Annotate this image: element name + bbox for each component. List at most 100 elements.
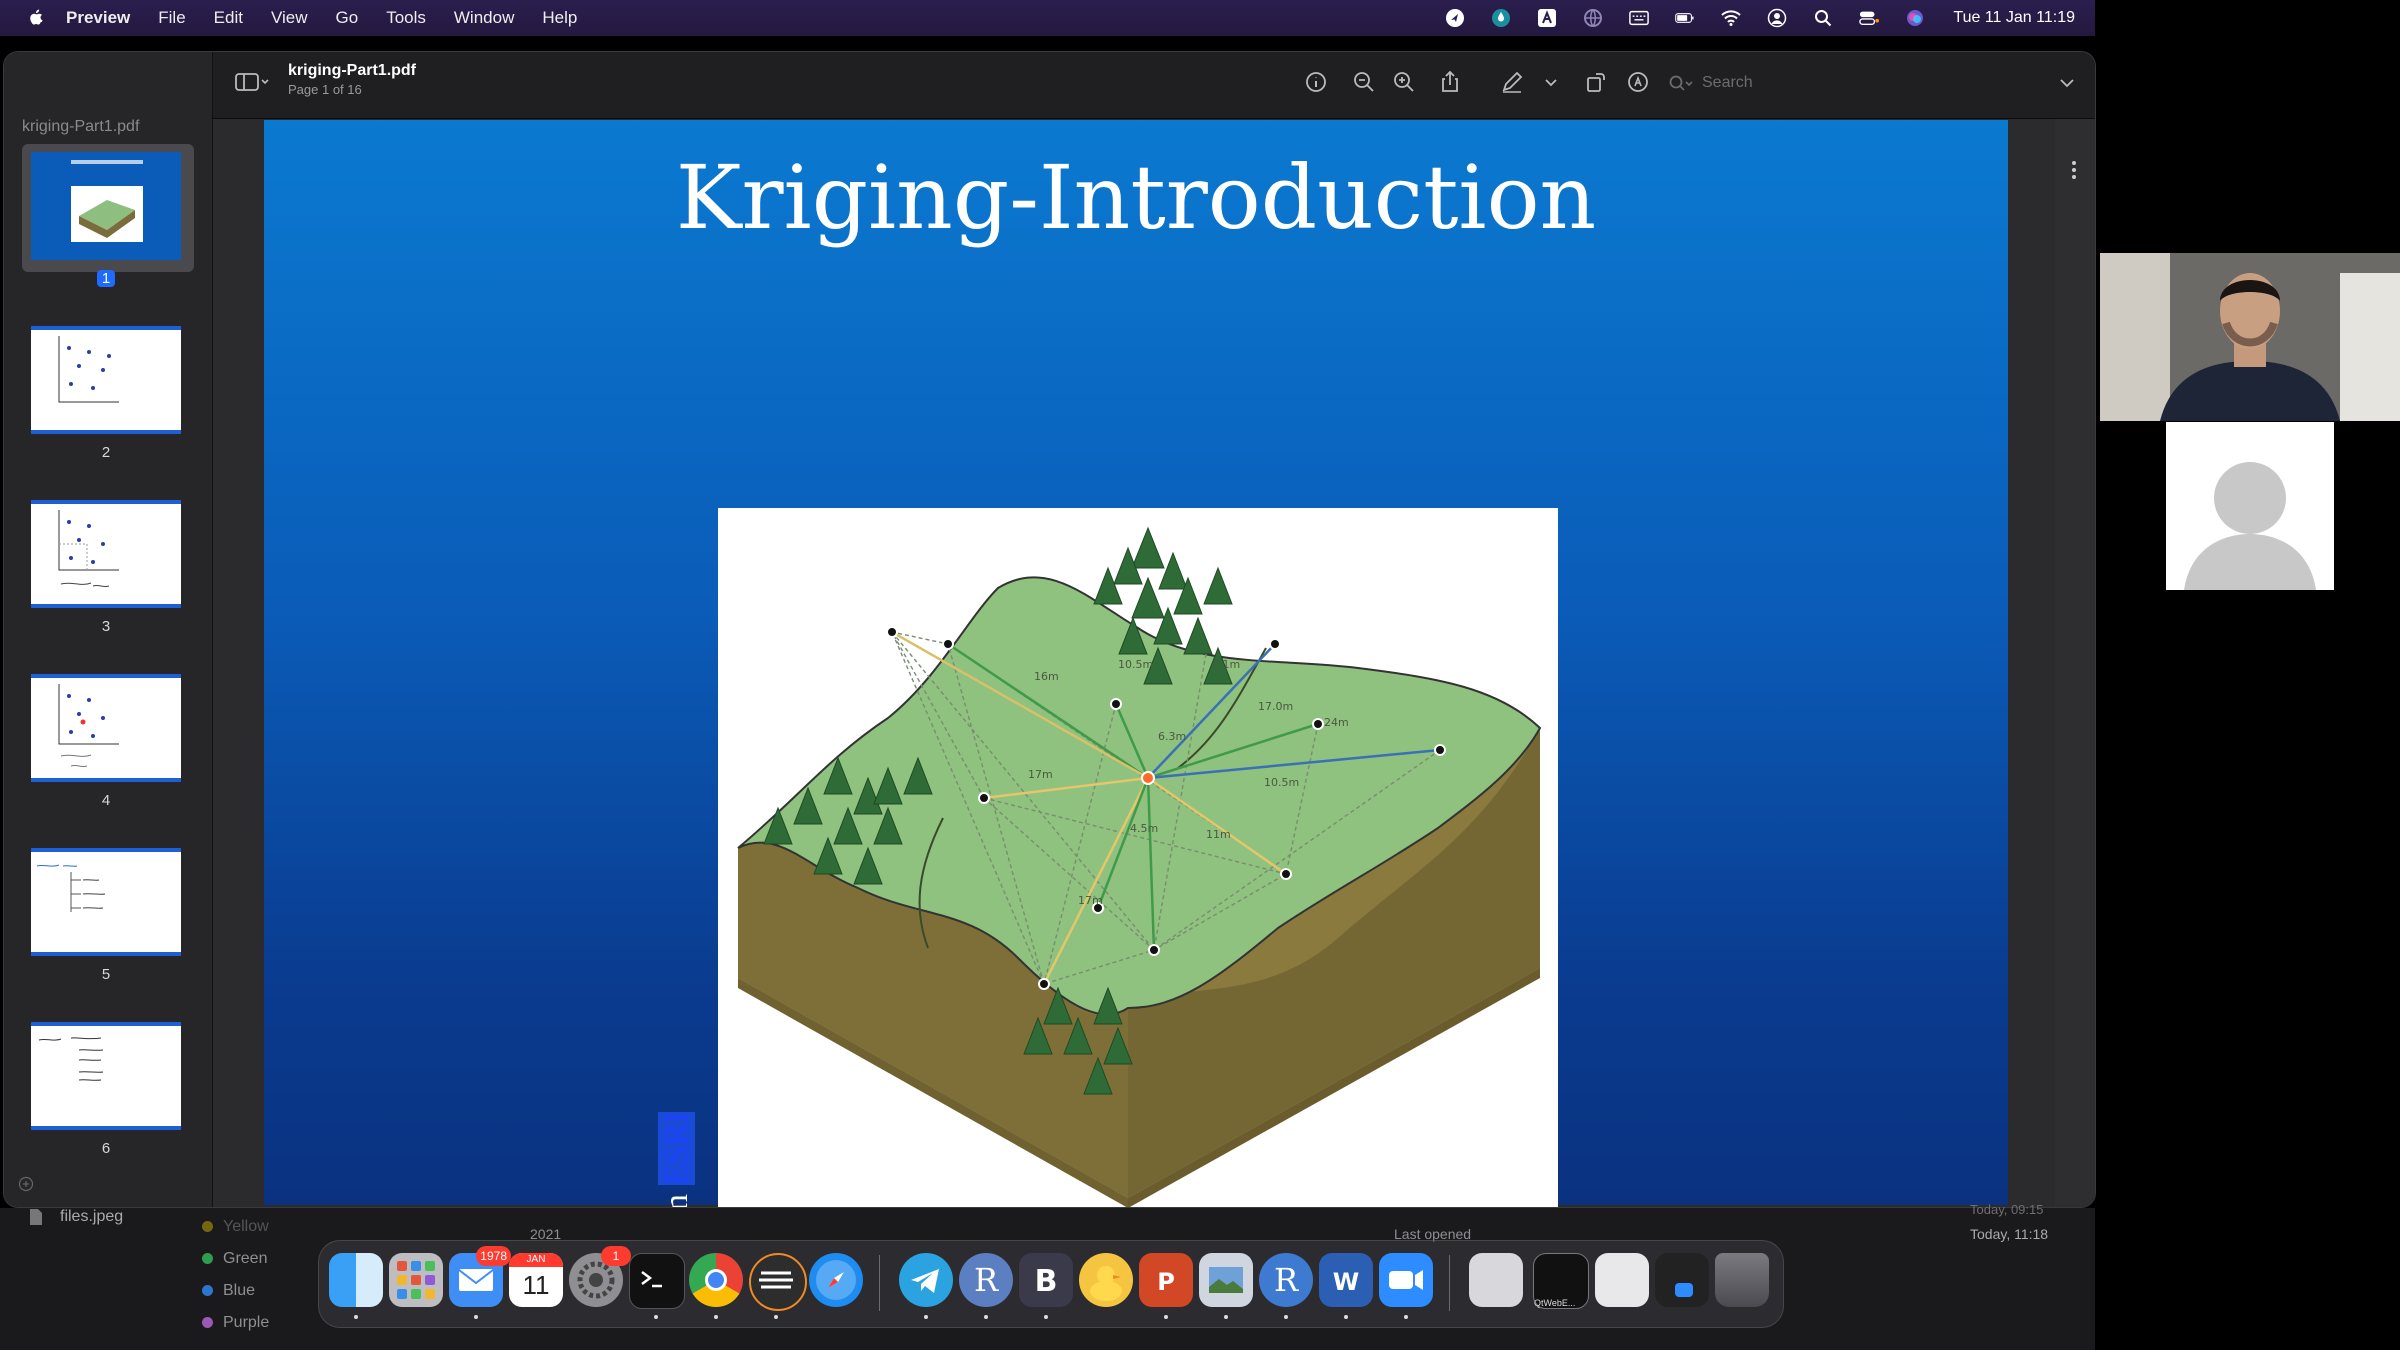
preview-icon[interactable] bbox=[1199, 1253, 1253, 1307]
documents-stack-icon[interactable] bbox=[1595, 1253, 1649, 1307]
distance-label: 10.5m bbox=[1118, 658, 1153, 671]
thumbnail-page-5[interactable]: 5 bbox=[26, 848, 186, 983]
page-number-4: 4 bbox=[101, 792, 111, 809]
terminal-icon[interactable] bbox=[629, 1253, 685, 1309]
cyberduck-icon[interactable] bbox=[1079, 1253, 1133, 1307]
control-center-icon[interactable] bbox=[1859, 8, 1880, 28]
battery-icon[interactable] bbox=[1675, 8, 1695, 28]
thumbnail-page-3[interactable]: 3 bbox=[26, 500, 186, 635]
thumbnail-image bbox=[31, 848, 181, 956]
search-icon bbox=[1669, 75, 1693, 91]
file-name[interactable]: files.jpeg bbox=[60, 1208, 123, 1226]
r2-icon[interactable]: R bbox=[1259, 1253, 1313, 1307]
menu-file[interactable]: File bbox=[158, 8, 185, 28]
sublime-icon[interactable] bbox=[749, 1253, 807, 1311]
svg-text:P: P bbox=[1157, 1268, 1175, 1296]
chevron-down-icon[interactable] bbox=[1544, 70, 1558, 94]
safari-icon[interactable] bbox=[809, 1253, 863, 1307]
trash-icon[interactable] bbox=[1715, 1253, 1769, 1307]
bbedit-icon[interactable]: B bbox=[1019, 1253, 1073, 1307]
downloads-stack-icon[interactable] bbox=[1469, 1253, 1523, 1307]
window-toolbar: kriging-Part1.pdf Page 1 of 16 Search bbox=[4, 52, 2095, 119]
sidebar-document-name: kriging-Part1.pdf bbox=[22, 118, 140, 135]
page-number-2: 2 bbox=[101, 444, 111, 461]
markup-pen-icon[interactable] bbox=[1500, 70, 1524, 94]
document-page-count: Page 1 of 16 bbox=[288, 82, 362, 97]
distance-label: 16m bbox=[1034, 670, 1059, 683]
telegram-icon[interactable] bbox=[899, 1253, 953, 1307]
source-credit-link[interactable]: ESRI bbox=[658, 1111, 695, 1186]
last-opened-date: Today, 11:18 bbox=[1970, 1226, 2049, 1242]
globe-icon[interactable] bbox=[1583, 8, 1603, 28]
status-area: Tue 11 Jan 11:19 bbox=[1419, 0, 2075, 36]
word-icon[interactable]: W bbox=[1319, 1253, 1373, 1307]
menu-go[interactable]: Go bbox=[336, 8, 359, 28]
share-icon[interactable] bbox=[1438, 70, 1462, 94]
minimized-window-thumbnail[interactable]: QtWebE... bbox=[1533, 1253, 1589, 1309]
tag-green[interactable]: Green bbox=[202, 1250, 267, 1268]
thumbnail-page-6[interactable]: 6 bbox=[26, 1022, 186, 1157]
zoom-minimized-icon[interactable] bbox=[1655, 1253, 1709, 1307]
droplet-icon[interactable] bbox=[1491, 8, 1511, 28]
finder-icon[interactable] bbox=[329, 1253, 383, 1307]
zoom-out-icon[interactable] bbox=[1352, 70, 1376, 94]
distance-label: 10.5m bbox=[1264, 776, 1299, 789]
menu-tools[interactable]: Tools bbox=[386, 8, 426, 28]
menu-app-name[interactable]: Preview bbox=[66, 8, 130, 28]
minimized-window-label: QtWebE... bbox=[1534, 1298, 1576, 1308]
zoom-in-icon[interactable] bbox=[1392, 70, 1416, 94]
calendar-month: JAN bbox=[509, 1253, 563, 1267]
file-icon bbox=[30, 1209, 42, 1225]
r-icon[interactable]: R bbox=[959, 1253, 1013, 1307]
tag-blue[interactable]: Blue bbox=[202, 1282, 255, 1300]
rotate-icon[interactable] bbox=[1584, 70, 1608, 94]
wifi-icon[interactable] bbox=[1721, 8, 1742, 28]
search-icon[interactable] bbox=[1813, 8, 1833, 28]
distance-label: 6.3m bbox=[1158, 730, 1186, 743]
participant-video[interactable] bbox=[2100, 253, 2400, 421]
more-options-icon[interactable] bbox=[2069, 159, 2079, 181]
info-icon[interactable] bbox=[1304, 70, 1328, 94]
keyboard-icon[interactable] bbox=[1629, 8, 1650, 28]
add-page-icon[interactable] bbox=[18, 1176, 34, 1192]
participant-avatar-tile[interactable] bbox=[2166, 422, 2334, 590]
launchpad-icon[interactable] bbox=[389, 1253, 443, 1307]
thumbnail-page-1[interactable]: 1 bbox=[26, 152, 186, 287]
zoom-icon[interactable] bbox=[1379, 1253, 1433, 1307]
siri-icon[interactable] bbox=[1905, 8, 1925, 28]
system-preferences-icon[interactable]: 1 bbox=[569, 1246, 631, 1307]
thumbnail-page-4[interactable]: 4 bbox=[26, 674, 186, 809]
page-number-1: 1 bbox=[26, 270, 186, 287]
thumbnail-image bbox=[31, 1022, 181, 1130]
powerpoint-icon[interactable]: P bbox=[1139, 1253, 1193, 1307]
font-icon[interactable] bbox=[1537, 8, 1557, 28]
menu-clock[interactable]: Tue 11 Jan 11:19 bbox=[1953, 9, 2075, 27]
sidebar-toggle-icon[interactable] bbox=[234, 70, 270, 94]
navigation-icon[interactable] bbox=[1445, 8, 1465, 28]
chrome-icon[interactable] bbox=[689, 1253, 743, 1307]
user-icon[interactable] bbox=[1767, 8, 1787, 28]
mail-icon[interactable]: 1978 bbox=[449, 1246, 511, 1307]
thumbnail-figure bbox=[71, 186, 143, 242]
search-field[interactable]: Search bbox=[1668, 68, 2038, 98]
apple-icon[interactable] bbox=[26, 8, 44, 28]
calendar-icon[interactable]: JAN 11 bbox=[509, 1253, 563, 1307]
menu-window[interactable]: Window bbox=[454, 8, 514, 28]
distance-label: 2.1m bbox=[1212, 658, 1240, 671]
distance-label: 24m bbox=[1324, 716, 1349, 729]
tag-purple[interactable]: Purple bbox=[202, 1314, 269, 1332]
thumbnail-page-2[interactable]: 2 bbox=[26, 326, 186, 461]
distance-label: 11m bbox=[1206, 828, 1231, 841]
toolbar-overflow-chevron-icon[interactable] bbox=[2058, 70, 2076, 94]
distance-label: 17m bbox=[1028, 768, 1053, 781]
search-placeholder: Search bbox=[1702, 74, 1753, 91]
thumbnail-image bbox=[31, 500, 181, 608]
tag-yellow[interactable]: Yellow bbox=[202, 1218, 269, 1236]
source-credit-text: from bbox=[658, 1194, 695, 1207]
kriging-terrain-figure: 10.5m 2.1m 16m 17.0m 24m 17m 6.3m 10.5m … bbox=[718, 508, 1558, 1207]
menu-edit[interactable]: Edit bbox=[214, 8, 243, 28]
menu-view[interactable]: View bbox=[271, 8, 308, 28]
menu-help[interactable]: Help bbox=[542, 8, 577, 28]
thumbnail-image bbox=[31, 152, 181, 260]
markup-toolbar-icon[interactable] bbox=[1626, 70, 1650, 94]
